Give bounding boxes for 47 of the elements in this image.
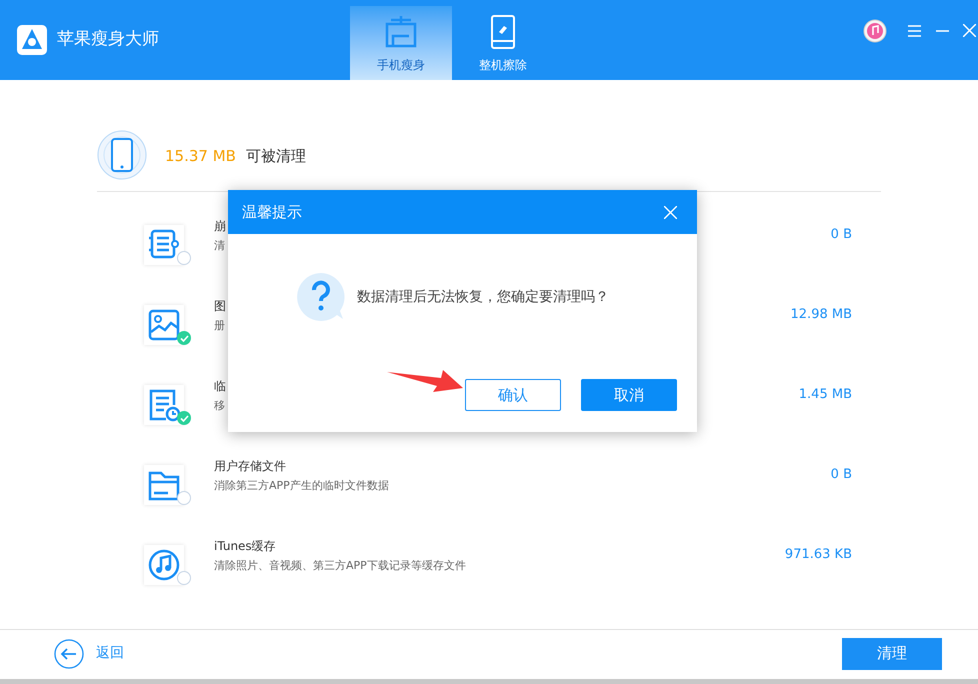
broom-icon <box>383 14 419 50</box>
item-title: iTunes缓存 <box>214 538 277 555</box>
confirm-button[interactable]: 确认 <box>465 379 561 411</box>
item-description: 消除第三方APP产生的临时文件数据 <box>214 478 389 494</box>
clean-button[interactable]: 清理 <box>842 638 942 670</box>
app-logo-icon <box>17 25 47 55</box>
phone-icon <box>97 130 147 180</box>
dialog-message: 数据清理后无法恢复，您确定要清理吗？ <box>357 288 609 306</box>
cleanable-label: 可被清理 <box>246 146 306 167</box>
item-description: 清 <box>214 238 226 254</box>
document-clock-icon <box>144 385 184 425</box>
cleanable-size: 15.37 MB <box>165 146 236 167</box>
minimize-icon[interactable] <box>936 30 949 32</box>
item-size: 12.98 MB <box>790 306 852 324</box>
item-description: 册 <box>214 318 226 334</box>
question-bubble-icon <box>297 273 345 321</box>
dialog-title: 温馨提示 <box>242 202 302 223</box>
item-description: 移 <box>214 398 226 414</box>
nav-tab[interactable]: 手机瘦身 <box>350 6 452 80</box>
checkmark-icon <box>180 414 188 422</box>
item-size: 0 B <box>830 466 852 484</box>
image-icon <box>144 305 184 345</box>
close-icon[interactable] <box>963 24 976 37</box>
back-link[interactable]: 返回 <box>96 643 124 664</box>
item-size: 971.63 KB <box>784 546 852 564</box>
cancel-button[interactable]: 取消 <box>581 379 677 411</box>
list-icon <box>144 225 184 265</box>
close-icon[interactable] <box>664 206 677 218</box>
folder-icon <box>144 465 184 505</box>
item-title: 用户存储文件 <box>214 458 287 475</box>
music-note-icon <box>144 545 184 585</box>
checkmark-icon <box>180 334 188 342</box>
item-checkbox[interactable] <box>177 571 191 585</box>
item-size: 1.45 MB <box>798 386 852 404</box>
item-title: 临 <box>214 378 226 395</box>
item-checkbox[interactable] <box>177 331 191 345</box>
item-description: 清除照片、音视频、第三方APP下载记录等缓存文件 <box>214 558 466 574</box>
app-title: 苹果瘦身大师 <box>57 28 159 52</box>
item-checkbox[interactable] <box>177 251 191 265</box>
item-title: 图 <box>214 298 226 315</box>
menu-icon[interactable] <box>908 25 921 37</box>
nav-tab[interactable]: 整机擦除 <box>452 6 554 80</box>
item-checkbox[interactable] <box>177 411 191 425</box>
item-size: 0 B <box>830 226 852 244</box>
item-checkbox[interactable] <box>177 491 191 505</box>
item-title: 崩 <box>214 218 226 235</box>
music-app-icon[interactable] <box>863 19 887 43</box>
